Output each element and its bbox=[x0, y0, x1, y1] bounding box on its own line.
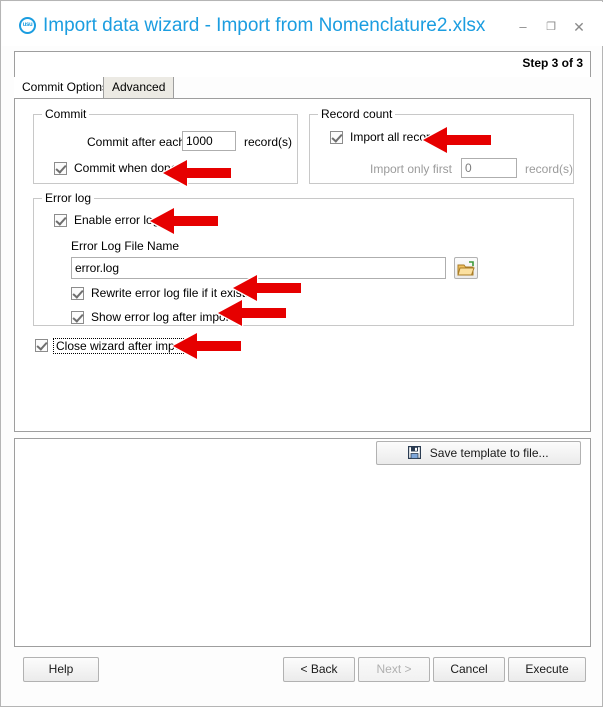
show-error-log-checkbox[interactable] bbox=[71, 311, 84, 324]
tab-content-panel: Commit Commit after each record(s) Commi… bbox=[14, 99, 591, 432]
close-wizard-label[interactable]: Close wizard after import bbox=[53, 338, 192, 354]
title-bar: usu Import data wizard - Import from Nom… bbox=[2, 2, 603, 46]
floppy-save-icon bbox=[408, 444, 422, 460]
commit-after-each-input[interactable] bbox=[182, 131, 236, 151]
import-all-records-label[interactable]: Import all records bbox=[350, 130, 443, 144]
record-count-records-suffix: record(s) bbox=[525, 162, 574, 176]
save-template-button[interactable]: Save template to file... bbox=[376, 441, 581, 465]
error-log-file-name-input[interactable] bbox=[71, 257, 446, 279]
browse-error-log-button[interactable] bbox=[454, 257, 478, 279]
rewrite-error-log-label[interactable]: Rewrite error log file if it exists bbox=[91, 286, 251, 300]
commit-group: Commit Commit after each record(s) Commi… bbox=[33, 107, 298, 184]
usu-logo-icon: usu bbox=[19, 17, 36, 34]
step-header: Step 3 of 3 bbox=[14, 51, 591, 77]
show-error-log-label[interactable]: Show error log after import bbox=[91, 310, 233, 324]
back-button[interactable]: < Back bbox=[283, 657, 355, 682]
commit-when-done-label[interactable]: Commit when done bbox=[74, 161, 177, 175]
close-icon[interactable]: ✕ bbox=[566, 18, 592, 36]
next-button: Next > bbox=[358, 657, 430, 682]
enable-error-log-label[interactable]: Enable error log bbox=[74, 213, 159, 227]
record-count-group-title: Record count bbox=[318, 107, 396, 121]
enable-error-log-checkbox[interactable] bbox=[54, 214, 67, 227]
maximize-icon[interactable]: ❐ bbox=[538, 18, 564, 36]
import-all-records-checkbox[interactable] bbox=[330, 131, 343, 144]
step-indicator: Step 3 of 3 bbox=[522, 56, 583, 70]
close-wizard-checkbox[interactable] bbox=[35, 339, 48, 352]
commit-when-done-checkbox[interactable] bbox=[54, 162, 67, 175]
help-button[interactable]: Help bbox=[23, 657, 99, 682]
import-only-first-input[interactable] bbox=[461, 158, 517, 178]
import-only-first-label: Import only first bbox=[370, 162, 453, 176]
template-panel bbox=[14, 438, 591, 647]
open-folder-icon bbox=[457, 261, 475, 276]
commit-after-each-label: Commit after each bbox=[87, 135, 186, 149]
cancel-button[interactable]: Cancel bbox=[433, 657, 505, 682]
record-count-group: Record count Import all records Import o… bbox=[309, 107, 574, 184]
tab-strip: Commit Options Advanced bbox=[14, 77, 591, 99]
rewrite-error-log-checkbox[interactable] bbox=[71, 287, 84, 300]
minimize-icon[interactable]: – bbox=[510, 18, 536, 36]
wizard-window: usu Import data wizard - Import from Nom… bbox=[0, 0, 603, 707]
window-title: Import data wizard - Import from Nomencl… bbox=[43, 15, 486, 36]
tab-advanced[interactable]: Advanced bbox=[103, 77, 175, 99]
save-template-label: Save template to file... bbox=[429, 446, 549, 460]
error-log-file-name-label: Error Log File Name bbox=[71, 239, 180, 253]
tab-commit-options[interactable]: Commit Options bbox=[14, 77, 118, 99]
commit-records-suffix: record(s) bbox=[244, 135, 293, 149]
error-log-group-title: Error log bbox=[42, 191, 95, 205]
error-log-group: Error log Enable error log Error Log Fil… bbox=[33, 191, 574, 326]
execute-button[interactable]: Execute bbox=[508, 657, 586, 682]
commit-group-title: Commit bbox=[42, 107, 90, 121]
